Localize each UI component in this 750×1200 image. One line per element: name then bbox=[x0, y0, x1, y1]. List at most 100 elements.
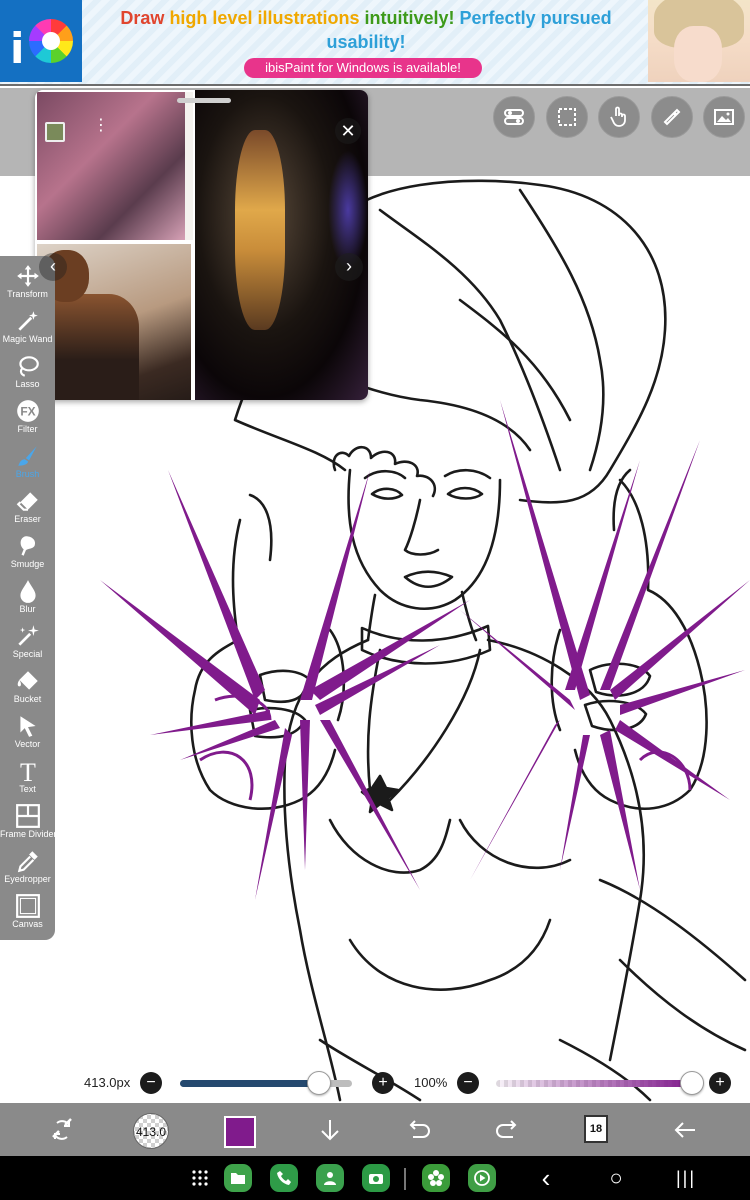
brush-size-knob[interactable] bbox=[307, 1071, 332, 1095]
tool-label: Vector bbox=[14, 739, 41, 749]
reference-photo-1: ⋮ bbox=[37, 92, 193, 240]
opacity-increase-button[interactable]: + bbox=[709, 1072, 731, 1094]
tool-frame-divider[interactable]: Frame Divider bbox=[0, 800, 55, 845]
ibis-flower-icon[interactable] bbox=[422, 1164, 450, 1192]
tool-eraser[interactable]: Eraser bbox=[0, 485, 55, 530]
tool-label: Frame Divider bbox=[0, 829, 55, 839]
ad-windows-pill[interactable]: ibisPaint for Windows is available! bbox=[244, 58, 482, 78]
left-toolbar: Transform Magic Wand Lasso FX Filter Bru… bbox=[0, 256, 55, 940]
selection-icon[interactable] bbox=[546, 96, 588, 138]
image-icon[interactable] bbox=[703, 96, 745, 138]
size-decrease-button[interactable]: − bbox=[140, 1072, 162, 1094]
nav-back-icon[interactable]: ‹ bbox=[536, 1163, 556, 1193]
photo2-figure bbox=[235, 130, 285, 330]
tool-canvas[interactable]: Canvas bbox=[0, 890, 55, 935]
tool-vector[interactable]: Vector bbox=[0, 710, 55, 755]
photo2-glow bbox=[328, 150, 368, 270]
text-icon: T bbox=[20, 758, 36, 784]
tool-label: Bucket bbox=[13, 694, 42, 704]
tool-filter[interactable]: FX Filter bbox=[0, 395, 55, 440]
tool-label: Text bbox=[19, 784, 36, 794]
opacity-readout: 100% bbox=[414, 1075, 448, 1090]
mini-thumbnail-icon bbox=[45, 122, 65, 142]
brush-size-fill bbox=[180, 1080, 320, 1087]
tool-magic-wand[interactable]: Magic Wand bbox=[0, 305, 55, 350]
lasso-icon bbox=[18, 356, 39, 377]
tool-lasso[interactable]: Lasso bbox=[0, 350, 55, 395]
tool-special[interactable]: Special bbox=[0, 620, 55, 665]
tool-label: Brush bbox=[15, 469, 40, 479]
brush-icon bbox=[17, 446, 37, 466]
tool-label: Eyedropper bbox=[4, 874, 51, 884]
brush-preview[interactable]: 413.0 bbox=[133, 1113, 169, 1149]
canvas-transform-icon[interactable] bbox=[45, 1113, 79, 1147]
size-increase-button[interactable]: + bbox=[372, 1072, 394, 1094]
reference-image-viewer[interactable]: ⋮ ✕ › ‹ bbox=[35, 90, 368, 400]
photo-border bbox=[185, 92, 193, 240]
tool-text[interactable]: T Text bbox=[0, 755, 55, 800]
phone-icon[interactable] bbox=[270, 1164, 298, 1192]
frame-divider-icon bbox=[15, 804, 40, 828]
opacity-fill bbox=[496, 1080, 692, 1087]
canvas-icon bbox=[15, 894, 40, 918]
ad-character-face bbox=[674, 26, 722, 82]
tool-label: Eraser bbox=[14, 514, 41, 524]
ad-headline: Draw high level illustrations intuitivel… bbox=[96, 6, 636, 54]
logo-i-glyph: i bbox=[10, 24, 25, 73]
brush-size-readout: 413.0px bbox=[84, 1075, 131, 1090]
eraser-icon bbox=[16, 492, 38, 511]
close-icon[interactable]: ✕ bbox=[335, 118, 361, 144]
color-wheel-icon bbox=[29, 19, 73, 63]
opacity-slider[interactable] bbox=[496, 1080, 692, 1087]
chevron-left-icon[interactable]: ‹ bbox=[39, 253, 67, 281]
nav-home-icon[interactable]: ○ bbox=[602, 1164, 630, 1192]
ad-banner[interactable]: i Draw high level illustrations intuitiv… bbox=[0, 0, 750, 86]
grid-icon[interactable] bbox=[186, 1164, 214, 1192]
back-arrow-icon[interactable] bbox=[668, 1113, 702, 1147]
move-icon bbox=[16, 265, 39, 287]
viewer-drag-handle[interactable] bbox=[177, 98, 231, 103]
tool-label: Filter bbox=[17, 424, 38, 434]
eyedropper-icon bbox=[17, 851, 38, 873]
fx-icon: FX bbox=[16, 400, 39, 422]
bucket-icon bbox=[17, 671, 38, 690]
nav-separator bbox=[404, 1168, 406, 1190]
camera-icon[interactable] bbox=[362, 1164, 390, 1192]
ad-headline-part3: intuitively! bbox=[364, 8, 455, 28]
layers-button[interactable]: 18 bbox=[584, 1115, 608, 1143]
undo-icon[interactable] bbox=[401, 1113, 435, 1147]
svg-text:FX: FX bbox=[20, 404, 35, 418]
cursor-icon bbox=[19, 716, 36, 737]
folder-icon[interactable] bbox=[224, 1164, 252, 1192]
tool-eyedropper[interactable]: Eyedropper bbox=[0, 845, 55, 890]
ad-headline-part2: high level illustrations bbox=[169, 8, 360, 28]
system-navigation-bar: ‹ ○ ||| bbox=[0, 1156, 750, 1200]
tool-label: Blur bbox=[19, 604, 36, 614]
ibispaint-logo: i bbox=[0, 0, 82, 82]
tool-bucket[interactable]: Bucket bbox=[0, 665, 55, 710]
opacity-knob[interactable] bbox=[680, 1071, 704, 1095]
ruler-icon[interactable] bbox=[651, 96, 693, 138]
current-color-swatch[interactable] bbox=[224, 1116, 256, 1148]
chevron-right-icon[interactable]: › bbox=[335, 253, 363, 281]
tool-label: Special bbox=[12, 649, 43, 659]
tool-smudge[interactable]: Smudge bbox=[0, 530, 55, 575]
contact-icon[interactable] bbox=[316, 1164, 344, 1192]
toggle-icon[interactable] bbox=[493, 96, 535, 138]
hand-touch-icon[interactable] bbox=[598, 96, 640, 138]
drop-icon bbox=[19, 580, 36, 603]
more-options-icon[interactable]: ⋮ bbox=[93, 118, 109, 134]
nav-recents-icon[interactable]: ||| bbox=[672, 1164, 700, 1192]
play-icon[interactable] bbox=[468, 1164, 496, 1192]
magic-wand-icon bbox=[17, 311, 38, 331]
download-arrow-icon[interactable] bbox=[313, 1113, 347, 1147]
tool-blur[interactable]: Blur bbox=[0, 575, 55, 620]
opacity-decrease-button[interactable]: − bbox=[457, 1072, 479, 1094]
ad-headline-part1: Draw bbox=[120, 8, 165, 28]
svg-text:T: T bbox=[20, 758, 36, 784]
tool-label: Canvas bbox=[12, 919, 43, 929]
redo-icon[interactable] bbox=[491, 1113, 525, 1147]
brush-slider-row: 413.0px − + 100% − + bbox=[0, 1068, 750, 1098]
tool-label: Magic Wand bbox=[2, 334, 53, 344]
tool-brush[interactable]: Brush bbox=[0, 440, 55, 485]
